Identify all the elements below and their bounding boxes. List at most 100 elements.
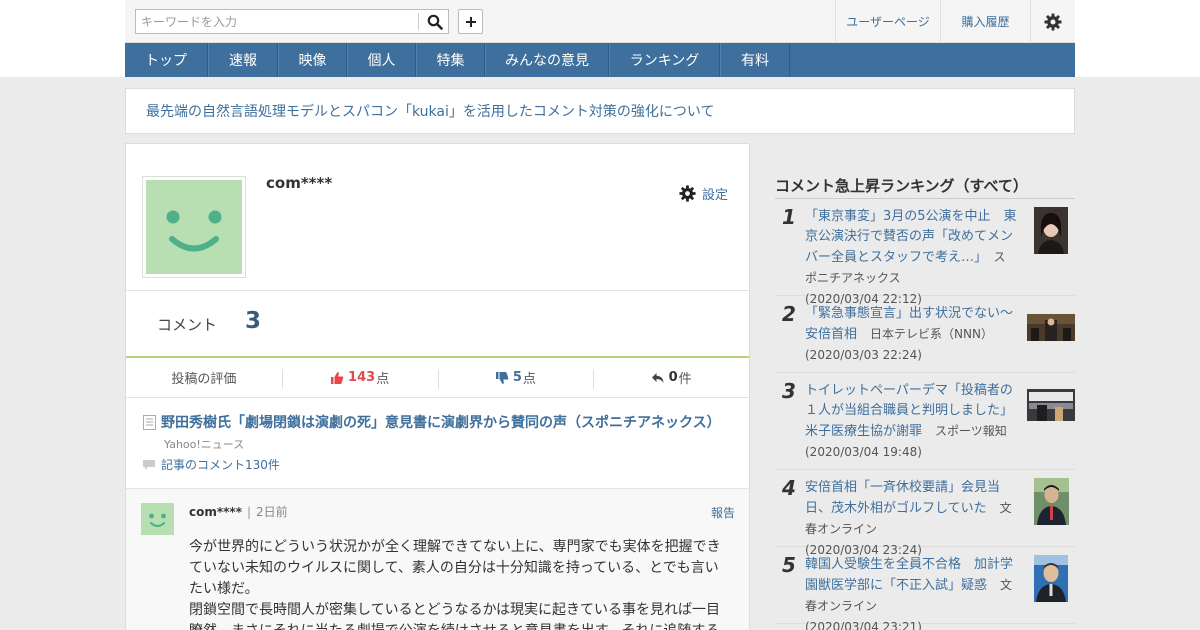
comment-time: 2日前 xyxy=(256,505,288,519)
article-comments-link[interactable]: 記事のコメント130件 xyxy=(142,456,280,473)
add-button[interactable] xyxy=(458,9,483,34)
search-divider xyxy=(418,13,419,30)
rank-number: 4 xyxy=(782,476,796,500)
likes-unit: 点 xyxy=(376,372,390,387)
ranking-item[interactable]: 4 安倍首相「一斉休校要請」会見当日、茂木外相がゴルフしていた 文春オンライン(… xyxy=(775,470,1075,557)
comment-meta: com**** | 2日前 xyxy=(189,503,288,520)
nav-item-video[interactable]: 映像 xyxy=(278,43,347,77)
person-photo xyxy=(1034,478,1069,525)
comment-paragraph: 閉鎖空間で長時間人が密集しているとどうなるかは現実に起きている事を見れば一目瞭然… xyxy=(189,602,721,630)
replies-count: 0 xyxy=(668,370,678,385)
thumbs-down-icon xyxy=(495,371,509,384)
thumbs-up-icon xyxy=(331,371,344,384)
ranking-source: 日本テレビ系（NNN） xyxy=(870,327,993,341)
dislikes-count: 5 xyxy=(512,370,522,385)
user-page-link[interactable]: ユーザーページ xyxy=(835,0,940,43)
eval-label: 投稿の評価 xyxy=(126,358,282,397)
main-nav: トップ 速報 映像 個人 特集 みんなの意見 ランキング 有料 xyxy=(125,43,1075,77)
ranking-item[interactable]: 2 「緊急事態宣言」出す状況でない～安倍首相 日本テレビ系（NNN） (2020/… xyxy=(775,296,1075,373)
comment-username: com**** xyxy=(189,505,242,519)
ranking-title-link[interactable]: 韓国人受験生を全員不合格 加計学園獣医学部に「不正入試」疑惑 xyxy=(805,557,1013,593)
nav-item-ranking[interactable]: ランキング xyxy=(609,43,720,77)
nav-item-feature[interactable]: 特集 xyxy=(416,43,485,77)
ranking-thumbnail[interactable] xyxy=(1034,207,1068,254)
nav-item-individual[interactable]: 個人 xyxy=(347,43,416,77)
notice-banner: 最先端の自然言語処理モデルとスパコン「kukai」を活用したコメント対策の強化に… xyxy=(125,88,1075,134)
ranking-title-link[interactable]: 「東京事変」3月の5公演を中止 東京公演決行で賛否の声「改めてメンバー全員とスタ… xyxy=(805,209,1017,265)
plus-icon xyxy=(465,16,476,27)
comment-count: 3 xyxy=(245,308,262,334)
ranking-date: (2020/03/04 19:48) xyxy=(805,445,922,459)
avatar xyxy=(142,176,246,278)
ranking-text: 韓国人受験生を全員不合格 加計学園獣医学部に「不正入試」疑惑 文春オンライン (2… xyxy=(805,555,1017,630)
ranking-text: 「東京事変」3月の5公演を中止 東京公演決行で賛否の声「改めてメンバー全員とスタ… xyxy=(805,207,1017,310)
comment-paragraph: 今が世界的にどういう状況かが全く理解できてない上に、専門家でも実体を把握できてい… xyxy=(189,539,721,597)
settings-button[interactable] xyxy=(1030,0,1075,43)
divider xyxy=(126,290,749,291)
gear-icon xyxy=(1044,12,1062,31)
eval-label-text: 投稿の評価 xyxy=(171,372,237,387)
profile-settings-button[interactable]: 設定 xyxy=(679,184,728,203)
reply-icon xyxy=(651,372,664,383)
ranking-thumbnail[interactable] xyxy=(1027,314,1075,341)
ranking-text: トイレットペーパーデマ「投稿者の１人が当組合職員と判明しました」米子医療生協が謝… xyxy=(805,381,1020,463)
gear-icon xyxy=(679,185,696,202)
ranking-date: (2020/03/03 22:24) xyxy=(805,348,922,362)
avatar-face xyxy=(146,180,242,274)
header: ユーザーページ 購入履歴 xyxy=(125,0,1075,43)
nav-item-opinions[interactable]: みんなの意見 xyxy=(485,43,609,77)
comment-body: 今が世界的にどういう状況かが全く理解できてない上に、専門家でも実体を把握できてい… xyxy=(189,537,729,630)
ranking-date: (2020/03/04 23:21) xyxy=(805,620,922,630)
article-title-link[interactable]: 野田秀樹氏「劇場閉鎖は演劇の死」意見書に演劇界から賛同の声（スポニチアネックス） xyxy=(161,412,721,432)
ranking-text: 「緊急事態宣言」出す状況でない～安倍首相 日本テレビ系（NNN） (2020/03… xyxy=(805,304,1020,366)
person-photo xyxy=(1034,207,1068,254)
purchase-history-link[interactable]: 購入履歴 xyxy=(940,0,1030,43)
store-shelf-photo xyxy=(1027,389,1075,421)
nav-item-top[interactable]: トップ xyxy=(125,43,208,77)
ranking-thumbnail[interactable] xyxy=(1027,389,1075,421)
press-conference-photo xyxy=(1027,314,1075,341)
ranking-item[interactable]: 3 トイレットペーパーデマ「投稿者の１人が当組合職員と判明しました」米子医療生協… xyxy=(775,373,1075,470)
comment-count-label: コメント xyxy=(157,316,218,334)
speech-bubble-icon xyxy=(143,459,155,470)
evaluation-row: 投稿の評価 143 点 5 点 0 件 xyxy=(126,358,749,398)
search-button[interactable] xyxy=(422,11,448,32)
smiley-icon xyxy=(166,210,222,252)
smiley-icon xyxy=(149,513,166,528)
replies-unit: 件 xyxy=(678,372,692,387)
dislikes-unit: 点 xyxy=(522,372,536,387)
replies-stat: 0 件 xyxy=(593,358,749,397)
comment-item: com**** | 2日前 報告 今が世界的にどういう状況かが全く理解できてない上に… xyxy=(126,488,749,630)
notice-link[interactable]: 最先端の自然言語処理モデルとスパコン「kukai」を活用したコメント対策の強化に… xyxy=(146,101,714,121)
rank-number: 2 xyxy=(782,302,796,326)
likes-count: 143 xyxy=(348,370,376,385)
profile-username: com**** xyxy=(266,174,333,192)
meta-separator: | xyxy=(246,505,252,519)
comment-avatar xyxy=(141,503,174,535)
ranking-title: コメント急上昇ランキング（すべて） xyxy=(775,177,1028,195)
article-source: Yahoo!ニュース xyxy=(164,438,245,451)
nav-item-paid[interactable]: 有料 xyxy=(720,43,790,77)
search-input[interactable] xyxy=(136,10,416,33)
rank-number: 3 xyxy=(782,379,796,403)
dislikes-stat: 5 点 xyxy=(437,358,594,397)
rank-number: 1 xyxy=(782,205,796,229)
ranking-thumbnail[interactable] xyxy=(1034,555,1068,602)
ranking-thumbnail[interactable] xyxy=(1034,478,1069,525)
ranking-source: スポーツ報知 xyxy=(935,424,1007,438)
report-link[interactable]: 報告 xyxy=(711,504,735,521)
likes-stat: 143 点 xyxy=(281,358,438,397)
settings-label: 設定 xyxy=(702,188,729,203)
document-icon xyxy=(143,414,156,430)
article-title-row: 野田秀樹氏「劇場閉鎖は演劇の死」意見書に演劇界から賛同の声（スポニチアネックス） xyxy=(143,412,721,432)
ranking-item[interactable]: 5 韓国人受験生を全員不合格 加計学園獣医学部に「不正入試」疑惑 文春オンライン… xyxy=(775,547,1075,630)
person-photo xyxy=(1034,555,1068,602)
nav-item-breaking[interactable]: 速報 xyxy=(208,43,278,77)
ranking-title-link[interactable]: 安倍首相「一斉休校要請」会見当日、茂木外相がゴルフしていた xyxy=(805,480,1000,516)
search-icon xyxy=(427,14,443,30)
profile-panel: com**** 設定 コメント 3 投稿の評価 143 点 5 点 0 件 野田… xyxy=(125,143,750,630)
article-comments-text: 記事のコメント130件 xyxy=(161,458,280,472)
ranking-item[interactable]: 1 「東京事変」3月の5公演を中止 東京公演決行で賛否の声「改めてメンバー全員と… xyxy=(775,199,1075,306)
search-box xyxy=(135,9,449,34)
rank-number: 5 xyxy=(782,553,796,577)
